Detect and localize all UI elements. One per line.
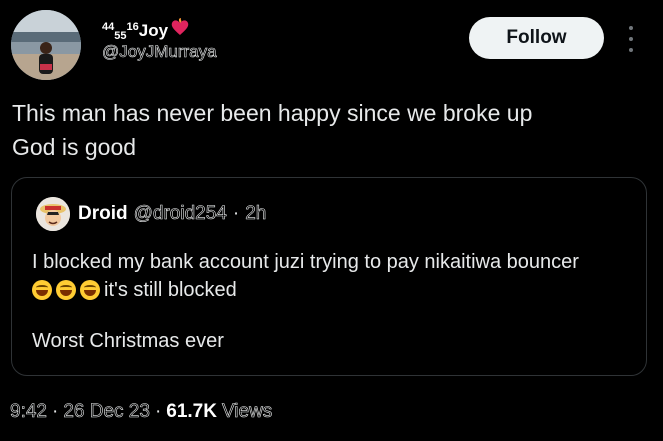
separator-dot: · xyxy=(232,203,240,224)
separator-dot: · xyxy=(154,401,162,422)
follow-button[interactable]: Follow xyxy=(469,17,604,59)
avatar-photo xyxy=(11,10,81,80)
quoted-line-3: Worst Christmas ever xyxy=(32,330,224,352)
name-part-1: 44 xyxy=(102,21,115,33)
tweet-time[interactable]: 9:42 xyxy=(10,401,48,423)
grinning-sweat-emoji-icon xyxy=(56,280,76,300)
quoted-tweet-card[interactable]: Droid @droid254 · 2h I blocked my bank a… xyxy=(11,177,647,376)
tweet-date[interactable]: 26 Dec 23 xyxy=(63,401,150,423)
quoted-tweet-text: I blocked my bank account juzi trying to… xyxy=(32,248,632,304)
quoted-tweet-header: Droid @droid254 · 2h xyxy=(78,203,267,225)
quoted-author-avatar[interactable] xyxy=(36,197,70,231)
quoted-author-handle[interactable]: @droid254 xyxy=(133,203,227,225)
views-count: 61.7K xyxy=(166,401,217,422)
name-part-2: 55 xyxy=(114,30,127,42)
more-options-icon[interactable] xyxy=(626,26,636,52)
author-avatar[interactable] xyxy=(11,10,81,80)
quoted-line-2: it's still blocked xyxy=(32,276,632,304)
heart-on-fire-icon xyxy=(171,18,189,35)
name-part-3: 16 xyxy=(126,21,139,33)
quoted-line-1: I blocked my bank account juzi trying to… xyxy=(32,251,579,273)
grinning-sweat-emoji-icon xyxy=(80,280,100,300)
separator-dot: · xyxy=(51,401,59,422)
author-handle[interactable]: @JoyJMurraya xyxy=(102,42,217,62)
views-label: Views xyxy=(221,401,273,423)
tweet-text: This man has never been happy since we b… xyxy=(12,100,533,160)
author-display-name[interactable]: 44 55 16 Joy xyxy=(102,18,190,42)
grinning-sweat-emoji-icon xyxy=(32,280,52,300)
quoted-author-name[interactable]: Droid xyxy=(78,203,128,225)
tweet-metadata: 9:42 · 26 Dec 23 · 61.7K Views xyxy=(10,401,273,423)
name-part-4: Joy xyxy=(138,21,169,40)
quoted-tweet-time[interactable]: 2h xyxy=(245,203,267,225)
luffy-avatar-icon xyxy=(36,197,70,231)
quoted-line-2-text: it's still blocked xyxy=(104,279,237,301)
